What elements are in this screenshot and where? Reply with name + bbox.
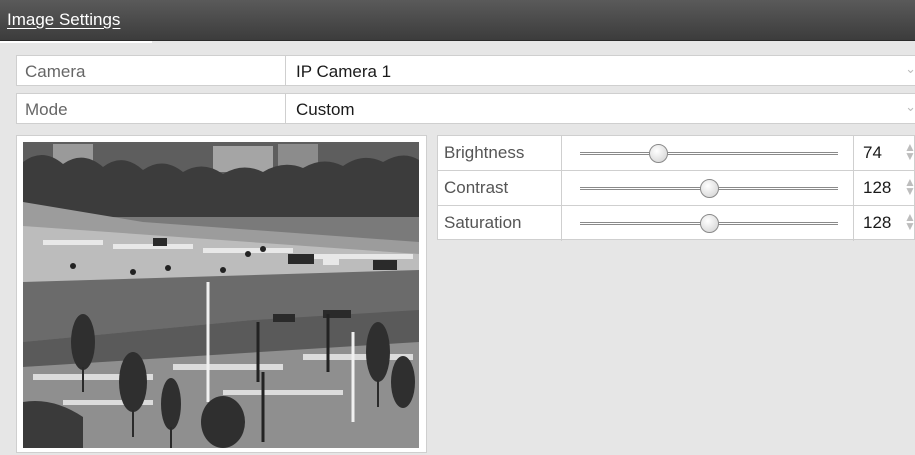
spinner-arrows-icon[interactable]: ▲ ▼ [904,176,915,197]
brightness-slider[interactable] [580,144,838,163]
camera-preview [16,135,427,453]
saturation-slider[interactable] [580,214,838,233]
contrast-row: Contrast 128 ▲ ▼ [438,171,915,206]
contrast-value[interactable]: 128 [863,178,891,198]
divider [853,206,854,241]
divider [853,171,854,205]
camera-value[interactable]: IP Camera 1 [296,62,391,82]
mode-label: Mode [25,100,68,119]
saturation-slider-thumb[interactable] [699,214,719,233]
brightness-value[interactable]: 74 [863,143,882,163]
chevron-down-icon[interactable]: ⌄ [905,61,915,77]
title-bar: Image Settings [0,0,915,41]
contrast-slider[interactable] [580,179,838,198]
chevron-down-icon[interactable]: ⌄ [905,99,915,115]
brightness-slider-thumb[interactable] [649,144,669,163]
camera-preview-image [23,142,419,448]
divider [285,94,286,123]
saturation-row: Saturation 128 ▲ ▼ [438,206,915,241]
title-underline [0,41,152,43]
brightness-label: Brightness [444,143,525,162]
divider [561,136,562,170]
divider [285,56,286,85]
saturation-label: Saturation [444,213,522,232]
divider [561,171,562,205]
contrast-label: Contrast [444,178,509,197]
spinner-arrows-icon[interactable]: ▲ ▼ [904,211,915,232]
page-title: Image Settings [7,10,121,29]
mode-value[interactable]: Custom [296,100,355,120]
camera-select[interactable]: Camera IP Camera 1 ⌄ [16,55,915,86]
mode-select[interactable]: Mode Custom ⌄ [16,93,915,124]
spinner-arrows-icon[interactable]: ▲ ▼ [904,141,915,162]
adjustments-panel: Brightness 74 ▲ ▼ Contrast 128 ▲ ▼ Saturat… [437,135,915,241]
brightness-row: Brightness 74 ▲ ▼ [438,136,915,171]
contrast-slider-thumb[interactable] [699,179,719,198]
camera-label: Camera [25,62,86,81]
saturation-value[interactable]: 128 [863,213,891,233]
divider [853,136,854,170]
divider [561,206,562,241]
